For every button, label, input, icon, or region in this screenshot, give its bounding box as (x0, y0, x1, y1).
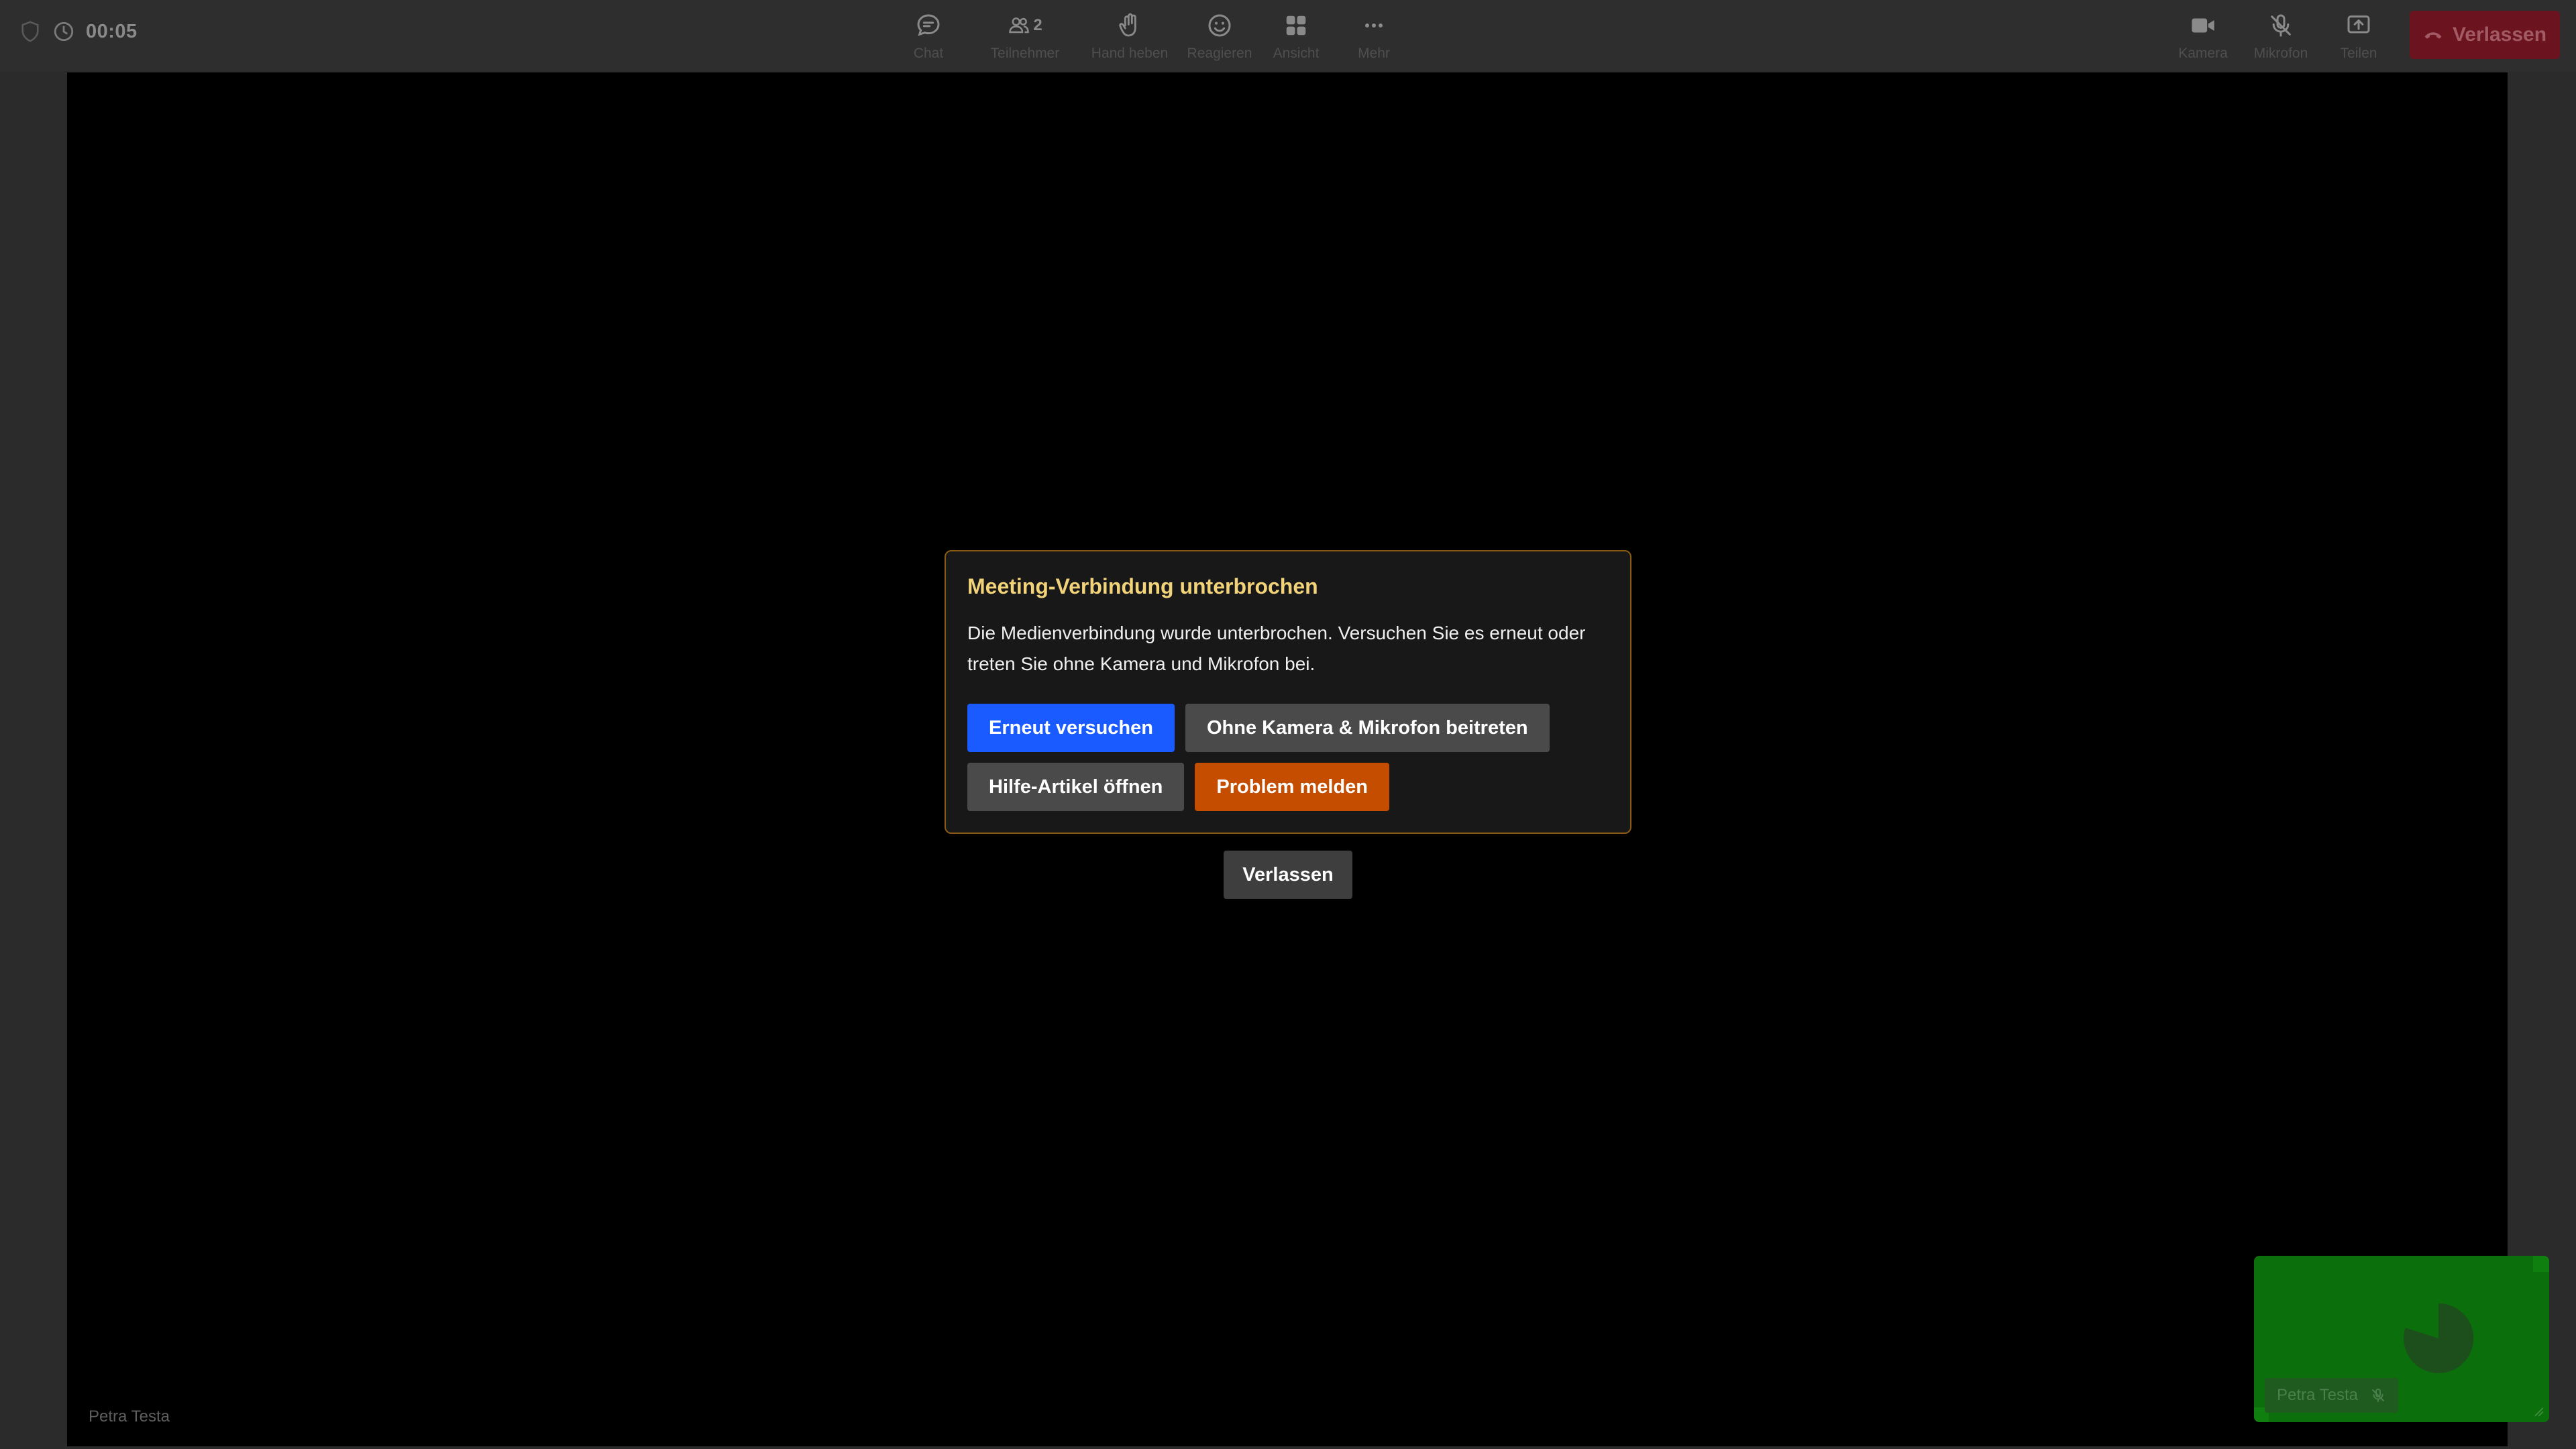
camera-label: Kamera (2178, 46, 2228, 61)
participant-count: 2 (1033, 16, 1042, 34)
more-button[interactable]: Mehr (1331, 8, 1417, 62)
connection-lost-dialog: Meeting-Verbindung unterbrochen Die Medi… (945, 550, 1631, 834)
participants-label: Teilnehmer (990, 46, 1060, 61)
reactions-button[interactable]: Reagieren (1178, 8, 1261, 62)
resize-handle-icon[interactable] (2530, 1403, 2545, 1418)
camera-button[interactable]: Kamera (2164, 8, 2242, 62)
hang-up-icon (2424, 32, 2442, 39)
leave-meeting-label: Verlassen (2452, 23, 2547, 46)
leave-button[interactable]: Verlassen (1224, 851, 1352, 899)
share-button[interactable]: Teilen (2320, 8, 2398, 62)
participants-icon (1009, 17, 1030, 34)
chat-label: Chat (913, 46, 944, 61)
chat-icon (917, 14, 940, 36)
mic-off-icon (2371, 1389, 2384, 1402)
raise-hand-icon (1119, 13, 1136, 37)
dialog-actions-secondary: Hilfe-Artikel öffnen Problem melden (967, 763, 1609, 811)
more-label: Mehr (1358, 46, 1390, 61)
emoji-icon (1208, 14, 1231, 37)
self-view-corner (2533, 1256, 2549, 1272)
dialog-message: Die Medienverbindung wurde unterbrochen.… (967, 623, 1586, 674)
participant-name-label: Petra Testa (89, 1407, 170, 1426)
grid-view-icon (1286, 15, 1306, 36)
meeting-timer: 00:05 (86, 20, 138, 42)
camera-icon (2192, 18, 2214, 33)
leave-meeting-button[interactable]: Verlassen (2410, 11, 2560, 59)
open-help-article-button[interactable]: Hilfe-Artikel öffnen (967, 763, 1185, 811)
dialog-title: Meeting-Verbindung unterbrochen (967, 574, 1318, 598)
toolbar-right: Kamera Mikrofon Teilen (2164, 8, 2398, 62)
microphone-button[interactable]: Mikrofon (2242, 8, 2320, 62)
microphone-label: Mikrofon (2253, 46, 2308, 61)
more-icon (1365, 23, 1383, 28)
raise-hand-label: Hand heben (1091, 46, 1169, 61)
meeting-status: 00:05 (19, 20, 138, 43)
toolbar-center: Chat 2 Teilnehmer Hand heben Reagieren A… (899, 8, 1417, 62)
share-screen-icon (2347, 15, 2370, 34)
shield-icon (21, 21, 39, 42)
dialog-actions-primary: Erneut versuchen Ohne Kamera & Mikrofon … (967, 704, 1609, 752)
participants-button[interactable]: 2 Teilnehmer (969, 8, 1081, 62)
raise-hand-button[interactable]: Hand heben (1081, 8, 1178, 62)
join-without-media-button[interactable]: Ohne Kamera & Mikrofon beitreten (1185, 704, 1550, 752)
chat-button[interactable]: Chat (899, 8, 958, 62)
loading-spinner-icon (2404, 1303, 2474, 1373)
view-button[interactable]: Ansicht (1261, 8, 1331, 62)
self-view-name: Petra Testa (2277, 1386, 2358, 1404)
clock-icon (54, 21, 74, 42)
report-problem-button[interactable]: Problem melden (1195, 763, 1390, 811)
retry-button[interactable]: Erneut versuchen (967, 704, 1175, 752)
reactions-label: Reagieren (1187, 46, 1252, 61)
view-label: Ansicht (1273, 46, 1320, 61)
meeting-toolbar: 00:05 Chat 2 Teilnehmer Hand heben Reagi… (0, 0, 2576, 71)
self-view-tile[interactable]: Petra Testa (2254, 1256, 2549, 1422)
share-label: Teilen (2340, 46, 2377, 61)
self-view-nameplate: Petra Testa (2265, 1378, 2398, 1413)
mic-off-icon (2271, 14, 2291, 37)
